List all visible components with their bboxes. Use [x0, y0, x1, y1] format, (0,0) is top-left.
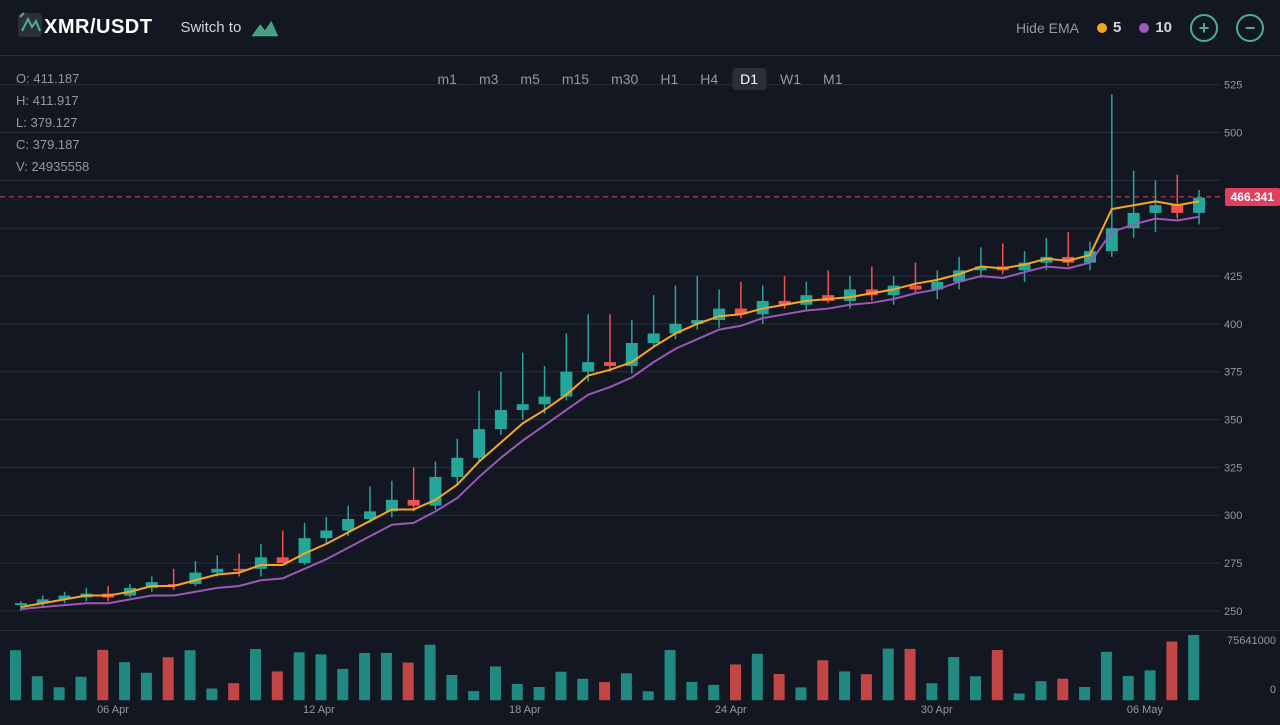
high-value: 411.917: [33, 93, 79, 108]
ohlcv-panel: O: 411.187 H: 411.917 L: 379.127 C: 379.…: [16, 68, 89, 178]
zoom-out-button[interactable]: −: [1236, 14, 1264, 42]
low-label: L:: [16, 115, 27, 130]
ema5-dot: [1097, 23, 1107, 33]
timeframe-btn-m15[interactable]: m15: [554, 68, 597, 90]
svg-text:425: 425: [1224, 271, 1242, 283]
timeframe-btn-W1[interactable]: W1: [772, 68, 809, 90]
timeframe-btn-m3[interactable]: m3: [471, 68, 506, 90]
switch-to-button[interactable]: Switch to: [172, 13, 289, 43]
date-label: 30 Apr: [921, 704, 953, 716]
svg-text:325: 325: [1224, 462, 1242, 474]
close-row: C: 379.187: [16, 134, 89, 156]
timeframe-btn-M1[interactable]: M1: [815, 68, 850, 90]
current-price-label: 466.341: [1225, 188, 1280, 206]
date-label: 18 Apr: [509, 704, 541, 716]
timeframe-btn-m1[interactable]: m1: [430, 68, 465, 90]
svg-text:300: 300: [1224, 510, 1242, 522]
symbol-title: XMR/USDT: [44, 16, 152, 39]
hide-ema-button[interactable]: Hide EMA: [1016, 20, 1079, 36]
volume-zero-label: 0: [1270, 684, 1276, 696]
svg-text:400: 400: [1224, 319, 1242, 331]
low-row: L: 379.127: [16, 112, 89, 134]
chart-area[interactable]: 525 500 425 400 375 350 325 300 275 250: [0, 56, 1280, 630]
timeframe-btn-H4[interactable]: H4: [692, 68, 726, 90]
volume-value: 24935558: [31, 159, 89, 174]
timeframe-btn-m5[interactable]: m5: [512, 68, 547, 90]
date-label: 24 Apr: [715, 704, 747, 716]
ema10-badge: 10: [1139, 19, 1172, 36]
date-label: 06 May: [1127, 704, 1163, 716]
tradingview-icon: [249, 17, 281, 39]
volume-label: V:: [16, 159, 28, 174]
ema10-value: 10: [1155, 19, 1172, 36]
close-label: C:: [16, 137, 29, 152]
svg-text:275: 275: [1224, 558, 1242, 570]
candlestick-chart: 525 500 425 400 375 350 325 300 275 250: [0, 56, 1280, 630]
svg-text:250: 250: [1224, 606, 1242, 618]
header: XMR/USDT Switch to Hide EMA 5 10 + −: [0, 0, 1280, 56]
high-row: H: 411.917: [16, 90, 89, 112]
low-value: 379.127: [30, 115, 77, 130]
date-label: 12 Apr: [303, 704, 335, 716]
svg-text:350: 350: [1224, 415, 1242, 427]
ema10-dot: [1139, 23, 1149, 33]
open-row: O: 411.187: [16, 68, 89, 90]
switch-to-label: Switch to: [180, 19, 241, 36]
open-label: O:: [16, 71, 30, 86]
zoom-in-button[interactable]: +: [1190, 14, 1218, 42]
volume-row: V: 24935558: [16, 156, 89, 178]
symbol-icon: [16, 11, 44, 44]
high-label: H:: [16, 93, 29, 108]
close-value: 379.187: [33, 137, 80, 152]
date-axis: 06 Apr 12 Apr 18 Apr 24 Apr 30 Apr 06 May: [0, 704, 1280, 716]
date-label: 06 Apr: [97, 704, 129, 716]
volume-top-label: 75641000: [1227, 635, 1276, 647]
svg-text:375: 375: [1224, 367, 1242, 379]
open-value: 411.187: [33, 71, 79, 86]
timeframe-btn-D1[interactable]: D1: [732, 68, 766, 90]
ema-controls: Hide EMA 5 10 + −: [1016, 14, 1264, 42]
svg-text:525: 525: [1224, 80, 1242, 92]
ema5-value: 5: [1113, 19, 1121, 36]
svg-text:500: 500: [1224, 128, 1242, 140]
ema5-badge: 5: [1097, 19, 1121, 36]
timeframe-bar: m1 m3 m5 m15 m30 H1 H4 D1 W1 M1: [430, 68, 851, 90]
timeframe-btn-H1[interactable]: H1: [652, 68, 686, 90]
timeframe-btn-m30[interactable]: m30: [603, 68, 646, 90]
